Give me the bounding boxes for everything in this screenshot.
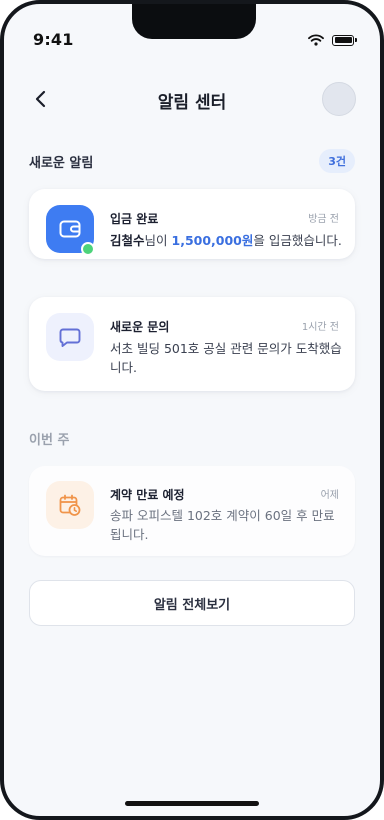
online-status-dot	[81, 242, 95, 256]
notification-title: 입금 완료	[110, 212, 159, 226]
chat-icon-tile	[46, 313, 94, 361]
camera-notch	[132, 4, 256, 39]
notification-body: 송파 오피스텔 102호 계약이 60일 후 만료됩니다.	[110, 508, 335, 542]
chat-bubble-icon	[59, 328, 81, 347]
wallet-icon	[59, 220, 81, 238]
top-nav: 알림 센터	[4, 78, 380, 122]
notification-time: 방금 전	[308, 214, 339, 225]
avatar[interactable]	[322, 82, 356, 116]
wifi-icon	[308, 34, 324, 46]
notification-card-deposit[interactable]: 입금 완료 방금 전 김철수님이 1,500,000원을 입금했습니다.	[29, 189, 355, 259]
status-time: 9:41	[33, 30, 74, 49]
home-indicator	[125, 801, 259, 806]
body-text-b: 을 입금했습니다.	[253, 233, 342, 248]
notification-body: 김철수님이 1,500,000원을 입금했습니다.	[110, 231, 342, 250]
calendar-icon-tile	[46, 481, 94, 529]
this-week-header: 이번 주	[29, 429, 355, 448]
depositor-name: 김철수	[110, 233, 145, 248]
calendar-clock-icon	[59, 494, 81, 516]
phone-frame: 9:41 알림 센터 새로운 알림 3건 입금 완료 방금 전 김철수님이 1,…	[0, 0, 384, 820]
notification-title: 계약 만료 예정	[110, 488, 185, 502]
count-badge: 3건	[319, 149, 355, 173]
notification-card-contract[interactable]: 계약 만료 예정 어제 송파 오피스텔 102호 계약이 60일 후 만료됩니다…	[29, 466, 355, 556]
notification-card-inquiry[interactable]: 새로운 문의 1시간 전 서초 빌딩 501호 공실 관련 문의가 도착했습니다…	[29, 297, 355, 391]
deposit-amount: 1,500,000원	[171, 233, 254, 248]
notification-time: 1시간 전	[301, 322, 339, 333]
section-title-new: 새로운 알림	[29, 155, 94, 171]
battery-icon	[332, 34, 357, 46]
body-text-a: 님이	[144, 233, 172, 248]
view-all-button[interactable]: 알림 전체보기	[29, 580, 355, 626]
notification-body: 서초 빌딩 501호 공실 관련 문의가 도착했습니다.	[110, 341, 342, 375]
notification-time: 어제	[320, 490, 339, 501]
new-notifications-header: 새로운 알림 3건	[29, 149, 355, 173]
notification-title: 새로운 문의	[110, 320, 170, 334]
section-title-week: 이번 주	[29, 433, 70, 448]
status-icons	[308, 34, 357, 46]
